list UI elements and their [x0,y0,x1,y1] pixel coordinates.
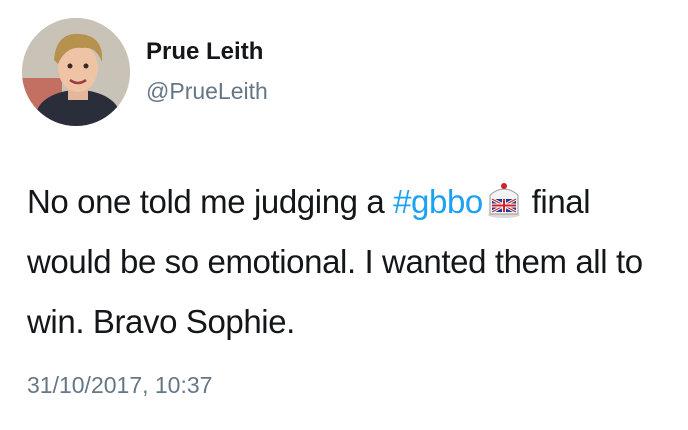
cake-union-jack-icon [485,178,523,218]
tweet-timestamp[interactable]: 31/10/2017, 10:37 [27,372,212,399]
tweet-text: No one told me judging a #gbbo final wou… [27,172,677,352]
tweet-text-part: No one told me judging a [27,183,394,220]
hashtag-link[interactable]: #gbbo [393,183,483,220]
avatar-image [22,18,130,126]
avatar[interactable] [22,18,130,126]
author-name[interactable]: Prue Leith [146,38,263,66]
author-handle[interactable]: @PrueLeith [146,78,268,105]
tweet-card: Prue Leith @PrueLeith No one told me jud… [0,0,688,430]
